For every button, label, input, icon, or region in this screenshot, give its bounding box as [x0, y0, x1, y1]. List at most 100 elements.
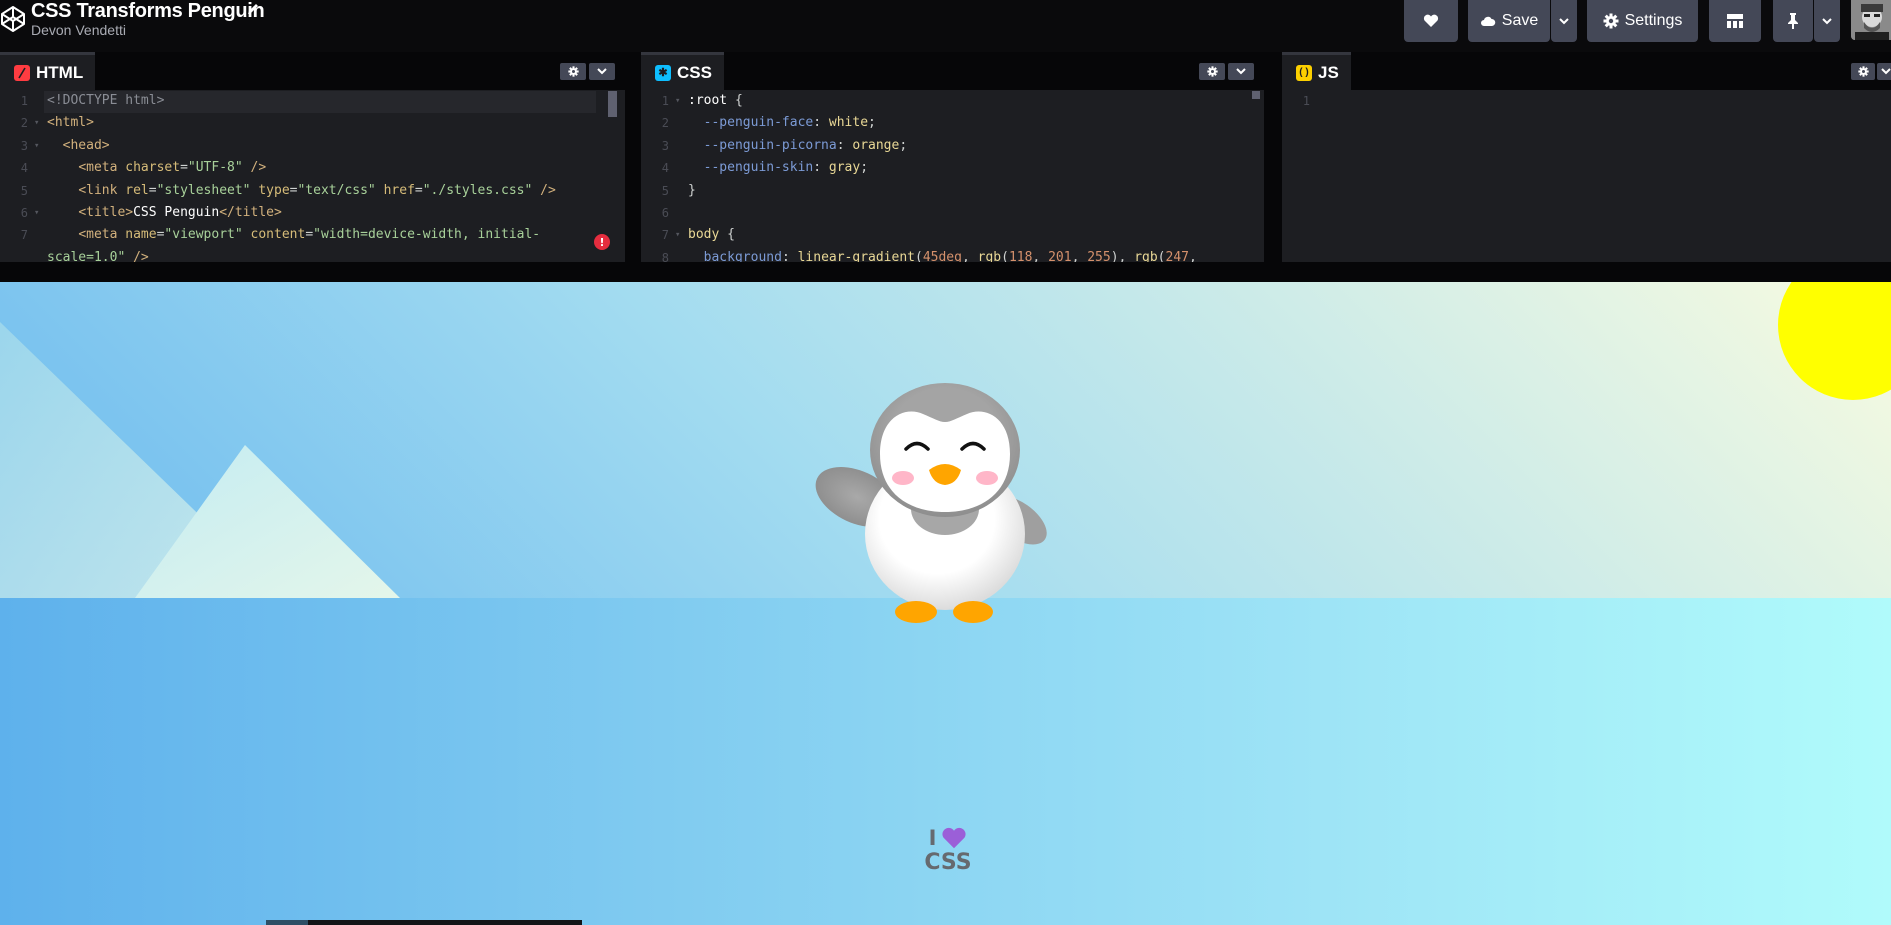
result-preview[interactable]: I CSS	[0, 282, 1891, 925]
line-number: 4	[661, 161, 669, 176]
editor-resize-handle[interactable]	[1264, 52, 1282, 262]
code-text: :root {	[688, 93, 743, 108]
js-settings-button[interactable]	[1851, 63, 1875, 80]
gear-icon	[1603, 13, 1619, 29]
pin-options-dropdown[interactable]	[1814, 0, 1840, 42]
html-options-dropdown[interactable]	[589, 63, 615, 80]
js-code-area[interactable]: 1	[1282, 90, 1891, 262]
layout-grid-icon	[1727, 14, 1743, 28]
fold-toggle-icon[interactable]: ▾	[34, 202, 39, 224]
chevron-down-icon	[1236, 68, 1246, 75]
line-number: 5	[20, 183, 28, 198]
save-button[interactable]: Save	[1468, 0, 1550, 42]
chevron-down-icon	[1559, 17, 1569, 24]
tab-label: CSS	[677, 62, 712, 82]
js-options-dropdown[interactable]	[1877, 63, 1891, 80]
editor-header: HTML	[0, 52, 625, 90]
editor-header: ( ) JS	[1282, 52, 1891, 90]
console-drawer-bar[interactable]	[266, 920, 582, 925]
console-drawer-handle[interactable]	[266, 920, 308, 925]
gear-icon	[567, 66, 579, 77]
save-options-dropdown[interactable]	[1551, 0, 1577, 42]
avatar-image	[1851, 0, 1891, 40]
penguin-illustration	[815, 383, 1047, 623]
shirt-line-2: CSS	[924, 850, 972, 875]
line-number: 8	[661, 250, 669, 262]
tab-js[interactable]: ( ) JS	[1282, 52, 1351, 90]
code-text: background: linear-gradient(45deg, rgb(1…	[703, 249, 1197, 262]
code-text: <!DOCTYPE html>	[47, 93, 165, 108]
line-number: 4	[20, 161, 28, 176]
code-text: <meta name="viewport" content="width=dev…	[78, 227, 541, 243]
line-number: 6	[20, 206, 28, 220]
code-text: <html>	[47, 115, 94, 131]
line-number: 7	[661, 228, 669, 243]
tab-html[interactable]: HTML	[0, 52, 96, 90]
error-icon[interactable]: !	[594, 234, 610, 250]
pencil-icon[interactable]	[246, 2, 260, 16]
gear-icon	[1206, 66, 1218, 77]
css-editor-panel: ✱ CSS 1 ▾:root {2 --penguin-face: white; 3…	[641, 52, 1264, 262]
like-button[interactable]	[1404, 0, 1458, 42]
preview-resize-bar[interactable]	[0, 262, 1891, 282]
line-number: 5	[661, 183, 669, 198]
code-text: <head>	[62, 137, 110, 153]
penguin-shirt-text: I CSS	[920, 826, 976, 876]
css-asterisk-icon: ✱	[655, 64, 671, 81]
code-text: body {	[688, 227, 735, 243]
chevron-down-icon	[1881, 68, 1891, 75]
sun	[1778, 282, 1891, 400]
code-text: --penguin-skin: gray;	[703, 160, 869, 176]
pen-title[interactable]: CSS Transforms Penguin	[31, 0, 265, 23]
editor-header: ✱ CSS	[641, 52, 1264, 90]
line-number: 2	[20, 116, 28, 131]
user-avatar[interactable]	[1851, 0, 1891, 40]
line-number: 2	[661, 116, 669, 131]
fold-toggle-icon[interactable]: ▾	[675, 90, 680, 112]
html-editor-scrollbar[interactable]	[608, 91, 617, 117]
fold-toggle-icon[interactable]: ▾	[34, 112, 39, 134]
css-editor-scrollbar[interactable]	[1252, 91, 1260, 99]
save-button-label: Save	[1501, 12, 1539, 29]
chevron-down-icon	[597, 68, 607, 75]
cloud-icon	[1480, 16, 1496, 26]
line-number: 3	[20, 138, 28, 153]
css-settings-button[interactable]	[1199, 63, 1225, 80]
line-number: 1	[661, 94, 669, 108]
tab-label: JS	[1318, 62, 1339, 82]
tab-css[interactable]: ✱ CSS	[641, 52, 724, 90]
code-text: }	[688, 182, 696, 198]
pin-icon	[1788, 13, 1798, 29]
mountains-illustration	[0, 322, 400, 598]
editor-resize-handle[interactable]	[625, 52, 641, 262]
line-number: 7	[20, 228, 28, 243]
pen-author[interactable]: Devon Vendetti	[31, 22, 126, 38]
html-settings-button[interactable]	[560, 63, 586, 80]
html-code-area[interactable]: 1 <!DOCTYPE html> 2 ▾ <html> 3 ▾ <head> 4 <meta…	[0, 90, 625, 262]
code-text: scale=1.0" />	[47, 249, 149, 262]
change-view-button[interactable]	[1709, 0, 1761, 42]
js-editor-panel: ( ) JS 1	[1282, 52, 1891, 262]
code-text: --penguin-picorna: orange;	[703, 137, 908, 153]
settings-button[interactable]: Settings	[1587, 0, 1698, 42]
shirt-letter: I	[928, 826, 937, 850]
codepen-logo-icon[interactable]	[0, 4, 26, 34]
chevron-down-icon	[1822, 17, 1832, 24]
settings-button-label: Settings	[1624, 12, 1683, 29]
heart-icon	[942, 827, 966, 849]
app-header: CSS Transforms Penguin Devon Vendetti Sa…	[0, 0, 1891, 52]
css-code-area[interactable]: 1 ▾:root {2 --penguin-face: white; 3 --pen…	[641, 90, 1264, 262]
code-text: <meta charset="UTF-8" />	[78, 160, 267, 176]
shirt-line-1: I	[920, 826, 976, 850]
pin-button[interactable]	[1773, 0, 1813, 42]
css-options-dropdown[interactable]	[1228, 63, 1254, 80]
heart-icon	[1423, 14, 1439, 27]
line-number: 1	[20, 94, 28, 108]
html-editor-panel: HTML 1 <!DOCTYPE html> 2 ▾ <html> 3 ▾ <head> 4 …	[0, 52, 625, 262]
line-number: 6	[661, 206, 669, 220]
code-text: --penguin-face: white;	[703, 115, 876, 131]
code-text: <link rel="stylesheet" type="text/css" h…	[78, 182, 556, 198]
fold-toggle-icon[interactable]: ▾	[34, 135, 39, 157]
gear-icon	[1857, 66, 1869, 77]
fold-toggle-icon[interactable]: ▾	[675, 224, 680, 246]
